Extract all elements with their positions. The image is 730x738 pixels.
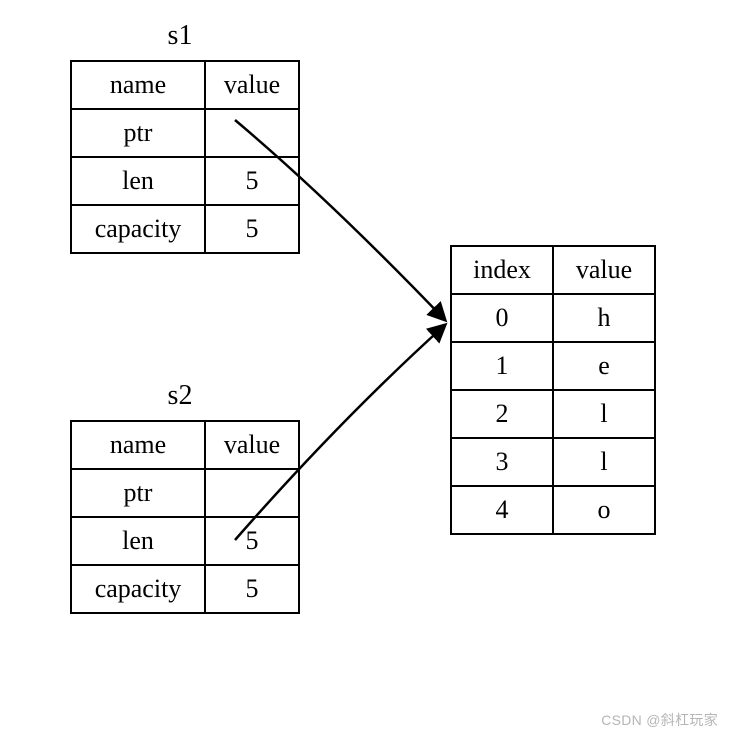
- s2-header-row: name value: [71, 421, 299, 469]
- heap-header-row: index value: [451, 246, 655, 294]
- s1-row-ptr: ptr: [71, 109, 299, 157]
- s1-len-value: 5: [205, 157, 299, 205]
- heap-4-value: o: [553, 486, 655, 534]
- s1-ptr-value: [205, 109, 299, 157]
- s2-row-capacity: capacity 5: [71, 565, 299, 613]
- s1-header-row: name value: [71, 61, 299, 109]
- s1-table: name value ptr len 5 capacity 5: [70, 60, 300, 254]
- heap-row-3: 3 l: [451, 438, 655, 486]
- heap-0-index: 0: [451, 294, 553, 342]
- heap-2-index: 2: [451, 390, 553, 438]
- heap-3-value: l: [553, 438, 655, 486]
- s1-row-len: len 5: [71, 157, 299, 205]
- heap-0-value: h: [553, 294, 655, 342]
- s2-ptr-name: ptr: [71, 469, 205, 517]
- s2-row-len: len 5: [71, 517, 299, 565]
- heap-row-2: 2 l: [451, 390, 655, 438]
- heap-header-value: value: [553, 246, 655, 294]
- s1-len-name: len: [71, 157, 205, 205]
- heap-table: index value 0 h 1 e 2 l 3 l 4 o: [450, 245, 656, 535]
- heap-row-4: 4 o: [451, 486, 655, 534]
- s2-capacity-name: capacity: [71, 565, 205, 613]
- s1-title: s1: [140, 20, 220, 52]
- s2-capacity-value: 5: [205, 565, 299, 613]
- s2-title: s2: [140, 380, 220, 412]
- heap-1-value: e: [553, 342, 655, 390]
- s2-ptr-value: [205, 469, 299, 517]
- heap-header-index: index: [451, 246, 553, 294]
- s1-capacity-name: capacity: [71, 205, 205, 253]
- s2-header-name: name: [71, 421, 205, 469]
- heap-4-index: 4: [451, 486, 553, 534]
- heap-3-index: 3: [451, 438, 553, 486]
- heap-row-1: 1 e: [451, 342, 655, 390]
- s1-row-capacity: capacity 5: [71, 205, 299, 253]
- s2-len-value: 5: [205, 517, 299, 565]
- s1-ptr-name: ptr: [71, 109, 205, 157]
- s2-len-name: len: [71, 517, 205, 565]
- s2-header-value: value: [205, 421, 299, 469]
- s2-table: name value ptr len 5 capacity 5: [70, 420, 300, 614]
- heap-1-index: 1: [451, 342, 553, 390]
- s1-capacity-value: 5: [205, 205, 299, 253]
- s2-row-ptr: ptr: [71, 469, 299, 517]
- watermark: CSDN @斜杠玩家: [601, 710, 718, 730]
- s1-header-name: name: [71, 61, 205, 109]
- s1-header-value: value: [205, 61, 299, 109]
- heap-2-value: l: [553, 390, 655, 438]
- heap-row-0: 0 h: [451, 294, 655, 342]
